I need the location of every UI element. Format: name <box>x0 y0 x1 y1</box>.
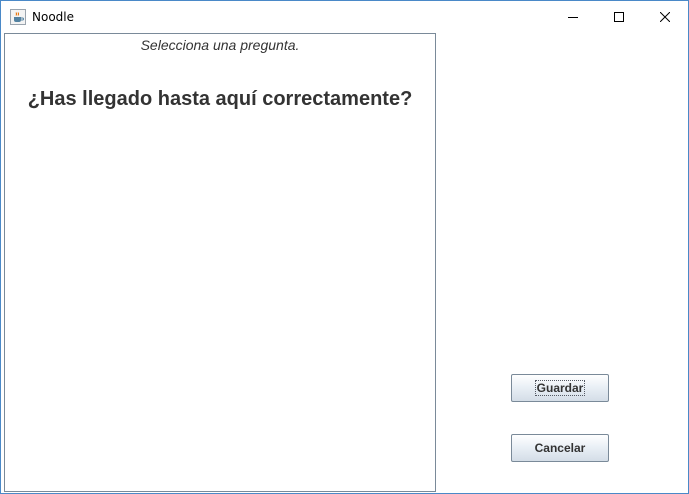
close-button[interactable] <box>642 1 688 32</box>
content-pane: Selecciona una pregunta. ¿Has llegado ha… <box>1 32 688 493</box>
save-button-label: Guardar <box>534 380 586 396</box>
java-cup-icon[interactable] <box>10 9 26 25</box>
save-button[interactable]: Guardar <box>511 374 609 402</box>
minimize-button[interactable] <box>550 1 596 32</box>
maximize-button[interactable] <box>596 1 642 32</box>
title-bar[interactable]: Noodle <box>1 1 688 32</box>
close-icon <box>660 11 670 22</box>
panel-hint: Selecciona una pregunta. <box>140 37 300 53</box>
cancel-button-label: Cancelar <box>534 441 586 455</box>
window-title: Noodle <box>32 10 74 24</box>
question-text: ¿Has llegado hasta aquí correctamente? <box>27 88 413 110</box>
cancel-button[interactable]: Cancelar <box>511 434 609 462</box>
question-panel: Selecciona una pregunta. ¿Has llegado ha… <box>4 33 436 492</box>
maximize-icon <box>614 11 624 22</box>
minimize-icon <box>568 12 578 22</box>
app-window: Noodle Selecciona una pregunta. ¿Has lle… <box>0 0 689 494</box>
